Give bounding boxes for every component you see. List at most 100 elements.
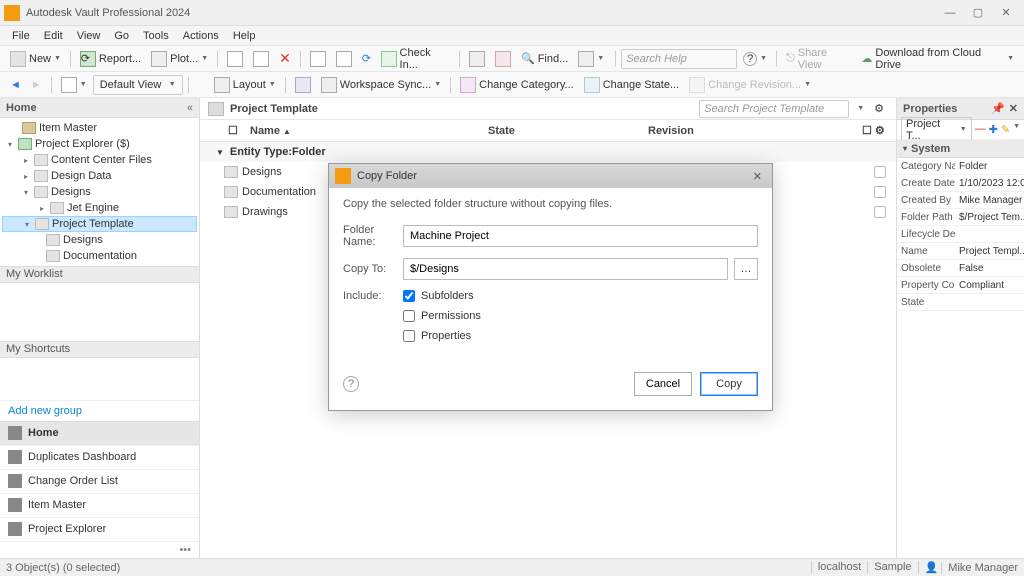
toolbar-btn[interactable] xyxy=(291,75,315,95)
collapse-icon[interactable]: « xyxy=(187,102,193,114)
tree-item-master[interactable]: Item Master xyxy=(2,120,197,136)
tree-pt-designs[interactable]: Designs xyxy=(2,232,197,248)
pin-icon[interactable]: 📌 xyxy=(991,102,1005,115)
forward-button[interactable]: ► xyxy=(27,75,46,95)
subfolders-checkbox[interactable] xyxy=(403,290,415,302)
delete-button[interactable]: ✕ xyxy=(275,49,295,69)
nav-project-explorer[interactable]: Project Explorer xyxy=(0,518,199,542)
tree-pt-documentation[interactable]: Documentation xyxy=(2,248,197,264)
edit-icon[interactable]: ✎ xyxy=(1001,123,1010,136)
browse-button[interactable]: … xyxy=(734,258,758,280)
prop-row[interactable]: ObsoleteFalse xyxy=(897,260,1024,277)
add-new-group-link[interactable]: Add new group xyxy=(0,400,199,421)
minimize-button[interactable]: — xyxy=(936,3,964,23)
maximize-button[interactable]: ▢ xyxy=(964,3,992,23)
workspace-sync-button[interactable]: Workspace Sync...▼ xyxy=(317,75,445,95)
settings-button[interactable]: ⚙ xyxy=(870,99,888,119)
row-checkbox[interactable] xyxy=(874,206,886,218)
remove-icon[interactable]: — xyxy=(975,123,986,136)
menu-file[interactable]: File xyxy=(6,28,36,44)
col-actions[interactable]: ☐ ⚙ xyxy=(856,124,896,137)
view-dropdown[interactable]: Default View▼ xyxy=(93,75,183,95)
revision-icon xyxy=(689,77,705,93)
tree-content-center[interactable]: ▸Content Center Files xyxy=(2,152,197,168)
add-icon[interactable]: ✚ xyxy=(989,123,998,136)
layout-button[interactable]: Layout▼ xyxy=(210,75,280,95)
toolbar-dropdown[interactable]: ▼ xyxy=(574,49,608,69)
refresh-button[interactable]: ⟳ xyxy=(358,49,375,69)
search-input[interactable]: Search Project Template xyxy=(699,100,849,118)
change-category-button[interactable]: Change Category... xyxy=(456,75,578,95)
toolbar-btn[interactable] xyxy=(223,49,247,69)
prop-dropdown[interactable]: Project T...▼ xyxy=(901,117,972,143)
prop-row[interactable]: NameProject Templ... xyxy=(897,243,1024,260)
row-checkbox[interactable] xyxy=(874,186,886,198)
tree-designs[interactable]: ▾Designs xyxy=(2,184,197,200)
copy-to-input[interactable] xyxy=(403,258,728,280)
col-revision[interactable]: Revision xyxy=(642,125,856,137)
toolbar-btn[interactable] xyxy=(332,49,356,69)
tree-project-explorer[interactable]: ▾Project Explorer ($) xyxy=(2,136,197,152)
toolbar-btn[interactable] xyxy=(306,49,330,69)
checkin-button[interactable]: Check In... xyxy=(377,49,454,69)
folder-icon xyxy=(34,170,48,182)
dialog-help-button[interactable]: ? xyxy=(343,376,359,392)
shortcuts-header[interactable]: My Shortcuts xyxy=(0,341,199,358)
col-state[interactable]: State xyxy=(482,125,642,137)
tree-jet-engine[interactable]: ▸Jet Engine xyxy=(2,200,197,216)
menu-help[interactable]: Help xyxy=(227,28,262,44)
back-button[interactable]: ◄ xyxy=(6,75,25,95)
search-options-button[interactable]: ▼ xyxy=(853,99,868,119)
worklist-header[interactable]: My Worklist xyxy=(0,266,199,283)
change-state-button[interactable]: Change State... xyxy=(580,75,683,95)
search-help-input[interactable]: Search Help xyxy=(621,49,737,69)
group-row[interactable]: ▼Entity Type:Folder xyxy=(200,142,896,162)
toolbar-btn[interactable] xyxy=(465,49,489,69)
nav-duplicates[interactable]: Duplicates Dashboard xyxy=(0,446,199,470)
find-button[interactable]: 🔍Find... xyxy=(517,49,572,69)
tree-project-template[interactable]: ▾Project Template xyxy=(2,216,197,232)
change-revision-button[interactable]: Change Revision...▼ xyxy=(685,75,815,95)
prop-row[interactable]: State xyxy=(897,294,1024,311)
menu-go[interactable]: Go xyxy=(108,28,135,44)
chevron-down-icon[interactable]: ▼ xyxy=(1013,123,1020,136)
prop-row[interactable]: Category NameFolder xyxy=(897,158,1024,175)
tree-explorer[interactable]: Item Master ▾Project Explorer ($) ▸Conte… xyxy=(0,118,199,266)
view-btn[interactable]: ▼ xyxy=(57,75,91,95)
report-button[interactable]: ⟳Report... xyxy=(76,49,145,69)
row-checkbox[interactable] xyxy=(874,166,886,178)
menu-tools[interactable]: Tools xyxy=(137,28,175,44)
menu-view[interactable]: View xyxy=(71,28,107,44)
permissions-checkbox[interactable] xyxy=(403,310,415,322)
prop-row[interactable]: Created ByMike Manager xyxy=(897,192,1024,209)
copy-button[interactable]: Copy xyxy=(700,372,758,396)
new-button[interactable]: New▼ xyxy=(6,49,65,69)
col-icon[interactable]: ☐ xyxy=(222,124,244,137)
prop-row[interactable]: Property Com...Compliant xyxy=(897,277,1024,294)
prop-group-system[interactable]: ▾System xyxy=(897,140,1024,158)
menu-edit[interactable]: Edit xyxy=(38,28,69,44)
nav-home[interactable]: Home xyxy=(0,422,199,446)
cancel-button[interactable]: Cancel xyxy=(634,372,692,396)
prop-row[interactable]: Lifecycle Defi... xyxy=(897,226,1024,243)
plot-button[interactable]: Plot...▼ xyxy=(147,49,212,69)
properties-checkbox[interactable] xyxy=(403,330,415,342)
close-icon[interactable]: ✕ xyxy=(1009,102,1018,115)
tree-design-data[interactable]: ▸Design Data xyxy=(2,168,197,184)
help-button[interactable]: ?▼ xyxy=(739,49,771,69)
col-name[interactable]: Name ▲ xyxy=(244,125,482,137)
toolbar-btn[interactable] xyxy=(491,49,515,69)
nav-item-master[interactable]: Item Master xyxy=(0,494,199,518)
nav-more-button[interactable]: ••• xyxy=(0,542,199,558)
toolbar-btn[interactable] xyxy=(249,49,273,69)
dialog-close-button[interactable]: ✕ xyxy=(749,170,766,183)
close-button[interactable]: ✕ xyxy=(992,3,1020,23)
folder-name-input[interactable] xyxy=(403,225,758,247)
menu-actions[interactable]: Actions xyxy=(177,28,225,44)
prop-row[interactable]: Folder Path$/Project Tem... xyxy=(897,209,1024,226)
share-view-button[interactable]: ⎋Share View xyxy=(782,49,855,69)
prop-row[interactable]: Create Date1/10/2023 12:0... xyxy=(897,175,1024,192)
nav-change-order[interactable]: Change Order List xyxy=(0,470,199,494)
cloud-download-button[interactable]: ☁Download from Cloud Drive▼ xyxy=(857,49,1018,69)
dialog-titlebar[interactable]: Copy Folder ✕ xyxy=(329,164,772,188)
